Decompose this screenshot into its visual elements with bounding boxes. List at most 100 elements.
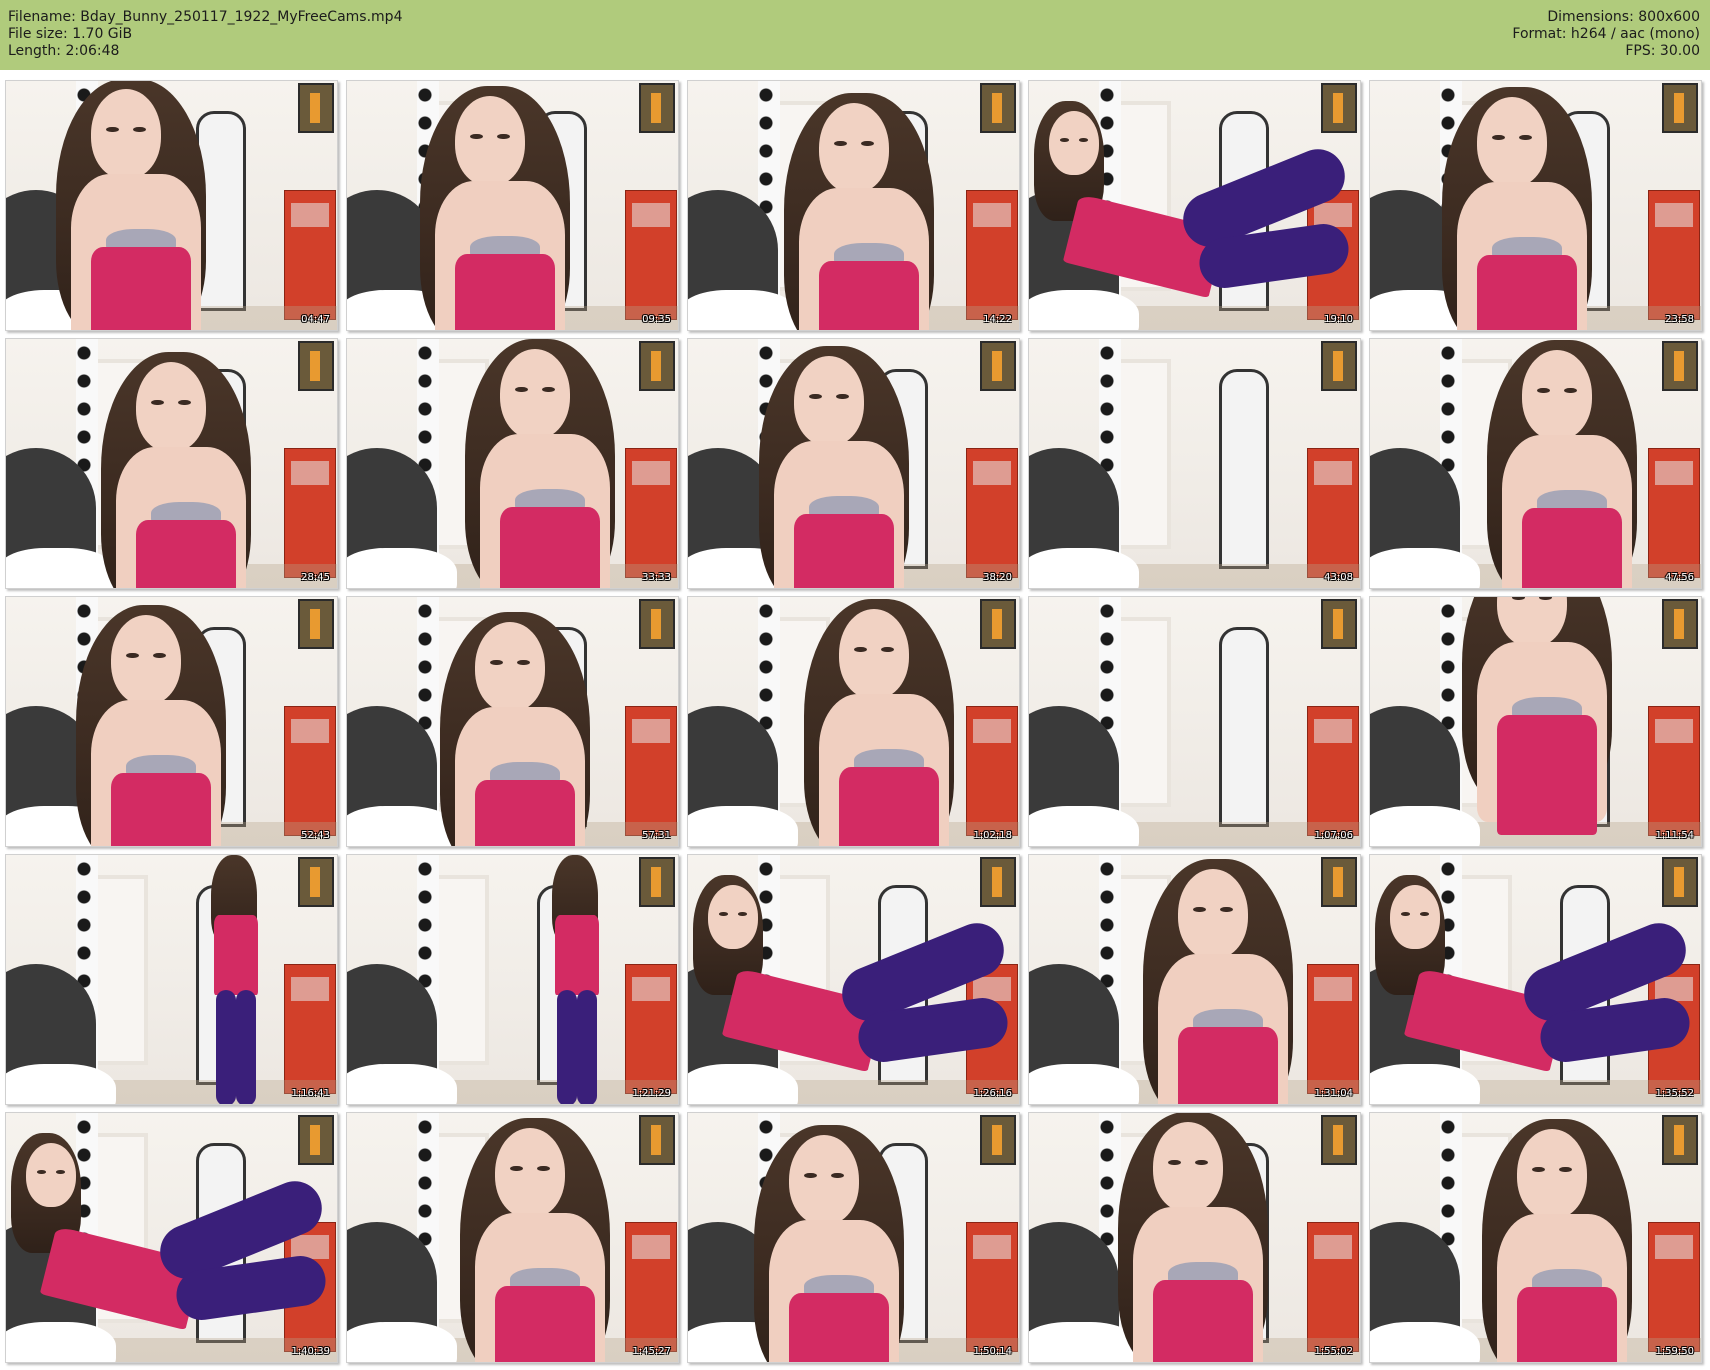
- timestamp-label: 47:56: [1665, 572, 1694, 583]
- thumbnail-frame: [6, 81, 337, 330]
- video-thumbnail[interactable]: 1:50:14: [687, 1112, 1020, 1363]
- video-thumbnail[interactable]: 1:40:39: [5, 1112, 338, 1363]
- timestamp-label: 1:31:04: [1314, 1088, 1353, 1099]
- thumbnail-subject: [1370, 855, 1701, 1104]
- timestamp-label: 1:45:27: [632, 1346, 671, 1357]
- video-thumbnail[interactable]: 04:47: [5, 80, 338, 331]
- video-thumbnail[interactable]: 47:56: [1369, 338, 1702, 589]
- timestamp-label: 09:35: [642, 314, 671, 325]
- thumbnail-frame: [6, 339, 337, 588]
- thumbnail-subject: [1029, 339, 1360, 588]
- video-thumbnail[interactable]: 1:45:27: [346, 1112, 679, 1363]
- thumbnail-subject: [688, 1113, 1019, 1362]
- video-info: Dimensions: 800x600 Format: h264 / aac (…: [1512, 9, 1700, 60]
- thumbnail-frame: [688, 339, 1019, 588]
- thumbnail-frame: [1370, 1113, 1701, 1362]
- video-thumbnail[interactable]: 43:08: [1028, 338, 1361, 589]
- thumbnail-frame: [1370, 81, 1701, 330]
- timestamp-label: 33:33: [642, 572, 671, 583]
- video-thumbnail[interactable]: 1:16:41: [5, 854, 338, 1105]
- timestamp-label: 1:50:14: [973, 1346, 1012, 1357]
- timestamp-label: 1:55:02: [1314, 1346, 1353, 1357]
- thumbnail-subject: [1029, 1113, 1360, 1362]
- thumbnail-frame: [1029, 855, 1360, 1104]
- format-label: Format: h264 / aac (mono): [1512, 26, 1700, 42]
- thumbnail-subject: [1029, 81, 1360, 330]
- video-thumbnail[interactable]: 1:59:50: [1369, 1112, 1702, 1363]
- timestamp-label: 1:40:39: [291, 1346, 330, 1357]
- thumbnail-subject: [1029, 855, 1360, 1104]
- thumbnail-subject: [347, 339, 678, 588]
- timestamp-label: 28:45: [301, 572, 330, 583]
- thumbnail-subject: [347, 855, 678, 1104]
- video-thumbnail[interactable]: 1:11:54: [1369, 596, 1702, 847]
- thumbnail-frame: [6, 597, 337, 846]
- thumbnail-subject: [347, 81, 678, 330]
- video-thumbnail[interactable]: 33:33: [346, 338, 679, 589]
- timestamp-label: 43:08: [1324, 572, 1353, 583]
- timestamp-label: 38:20: [983, 572, 1012, 583]
- thumbnail-subject: [6, 1113, 337, 1362]
- thumbnail-frame: [1370, 855, 1701, 1104]
- thumbnail-subject: [1029, 597, 1360, 846]
- timestamp-label: 1:16:41: [291, 1088, 330, 1099]
- thumbnail-subject: [347, 597, 678, 846]
- thumbnail-frame: [688, 597, 1019, 846]
- thumbnail-frame: [1029, 1113, 1360, 1362]
- video-thumbnail[interactable]: 57:31: [346, 596, 679, 847]
- thumbnail-subject: [688, 81, 1019, 330]
- thumbnail-frame: [347, 339, 678, 588]
- thumbnail-subject: [688, 855, 1019, 1104]
- video-thumbnail[interactable]: 1:26:16: [687, 854, 1020, 1105]
- timestamp-label: 1:11:54: [1655, 830, 1694, 841]
- thumbnail-frame: [1370, 597, 1701, 846]
- thumbnail-subject: [1370, 81, 1701, 330]
- info-header: Filename: Bday_Bunny_250117_1922_MyFreeC…: [0, 0, 1710, 70]
- thumbnail-frame: [347, 1113, 678, 1362]
- video-thumbnail[interactable]: 09:35: [346, 80, 679, 331]
- thumbnail-subject: [688, 597, 1019, 846]
- thumbnail-frame: [1029, 81, 1360, 330]
- video-thumbnail[interactable]: 38:20: [687, 338, 1020, 589]
- thumbnail-subject: [688, 339, 1019, 588]
- timestamp-label: 1:26:16: [973, 1088, 1012, 1099]
- fps-label: FPS: 30.00: [1625, 43, 1700, 59]
- video-thumbnail[interactable]: 52:43: [5, 596, 338, 847]
- length-label: Length: 2:06:48: [8, 43, 120, 59]
- thumbnail-frame: [347, 597, 678, 846]
- thumbnail-grid: 04:47 09:35 14:22 19:10 23:58 28:45 33:33 38:20…: [0, 70, 1710, 1370]
- thumbnail-frame: [347, 81, 678, 330]
- video-thumbnail[interactable]: 1:21:29: [346, 854, 679, 1105]
- thumbnail-frame: [1029, 339, 1360, 588]
- timestamp-label: 52:43: [301, 830, 330, 841]
- thumbnail-frame: [347, 855, 678, 1104]
- timestamp-label: 1:35:52: [1655, 1088, 1694, 1099]
- timestamp-label: 1:07:06: [1314, 830, 1353, 841]
- thumbnail-subject: [6, 855, 337, 1104]
- thumbnail-frame: [1029, 597, 1360, 846]
- video-thumbnail[interactable]: 19:10: [1028, 80, 1361, 331]
- thumbnail-frame: [688, 1113, 1019, 1362]
- timestamp-label: 57:31: [642, 830, 671, 841]
- video-thumbnail[interactable]: 14:22: [687, 80, 1020, 331]
- dimensions-label: Dimensions: 800x600: [1547, 9, 1700, 25]
- filesize-label: File size: 1.70 GiB: [8, 26, 133, 42]
- thumbnail-frame: [6, 855, 337, 1104]
- video-thumbnail[interactable]: 1:02:18: [687, 596, 1020, 847]
- timestamp-label: 1:02:18: [973, 830, 1012, 841]
- filename-label: Filename: Bday_Bunny_250117_1922_MyFreeC…: [8, 9, 403, 25]
- thumbnail-frame: [688, 81, 1019, 330]
- thumbnail-frame: [1370, 339, 1701, 588]
- video-thumbnail[interactable]: 1:07:06: [1028, 596, 1361, 847]
- thumbnail-frame: [688, 855, 1019, 1104]
- thumbnail-frame: [6, 1113, 337, 1362]
- video-thumbnail[interactable]: 1:35:52: [1369, 854, 1702, 1105]
- timestamp-label: 14:22: [983, 314, 1012, 325]
- video-thumbnail[interactable]: 23:58: [1369, 80, 1702, 331]
- video-thumbnail[interactable]: 1:55:02: [1028, 1112, 1361, 1363]
- thumbnail-subject: [6, 597, 337, 846]
- video-thumbnail[interactable]: 1:31:04: [1028, 854, 1361, 1105]
- timestamp-label: 23:58: [1665, 314, 1694, 325]
- video-thumbnail[interactable]: 28:45: [5, 338, 338, 589]
- file-info: Filename: Bday_Bunny_250117_1922_MyFreeC…: [8, 9, 402, 60]
